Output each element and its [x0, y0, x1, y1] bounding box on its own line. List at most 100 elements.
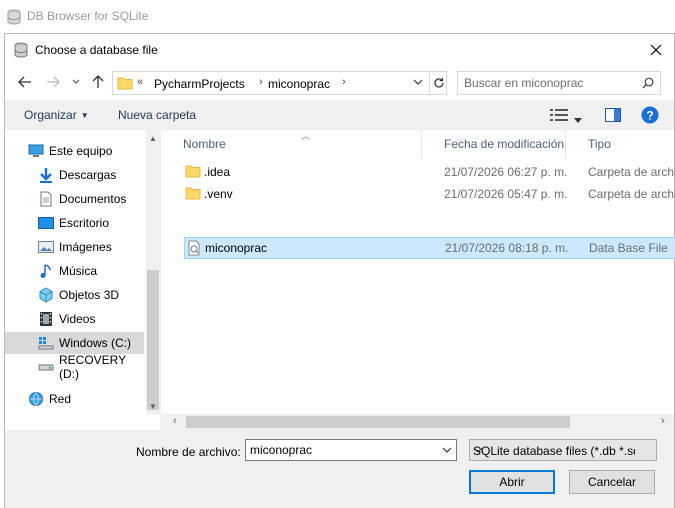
- forward-button[interactable]: [45, 74, 61, 90]
- nav-item-recovery-d[interactable]: RECOVERY (D:): [5, 353, 144, 381]
- scroll-left-icon[interactable]: ‹: [173, 415, 177, 427]
- dialog-footer: Nombre de archivo: SQLite database files…: [5, 430, 674, 508]
- address-overflow[interactable]: «: [137, 76, 143, 88]
- recent-locations-button[interactable]: [68, 74, 84, 90]
- file-name: .idea: [204, 165, 231, 179]
- file-row[interactable]: .venv 21/07/2026 05:47 p. m. Carpeta de …: [180, 183, 675, 205]
- nav-label: Escritorio: [59, 216, 110, 230]
- filetype-select[interactable]: SQLite database files (*.db *.sqlite *.s…: [469, 439, 657, 461]
- drive-c-icon: [38, 335, 54, 351]
- address-segment-miconoprac[interactable]: miconoprac: [268, 77, 330, 91]
- back-button[interactable]: [17, 74, 33, 90]
- file-type: Carpeta de archivos: [588, 187, 675, 201]
- scrollbar-thumb[interactable]: [147, 270, 159, 410]
- nav-label: Música: [59, 264, 98, 278]
- address-segment-pycharmprojects[interactable]: PycharmProjects: [154, 77, 245, 91]
- address-separator[interactable]: ›: [259, 76, 263, 88]
- music-icon: [38, 263, 54, 279]
- nav-item-desktop[interactable]: Escritorio: [5, 212, 144, 234]
- new-folder-button[interactable]: Nueva carpeta: [118, 108, 196, 122]
- nav-item-windows-c[interactable]: Windows (C:): [5, 332, 144, 354]
- help-button[interactable]: ?: [641, 106, 659, 127]
- close-icon: [650, 44, 662, 56]
- folder-icon: [185, 186, 201, 203]
- up-button[interactable]: [90, 74, 106, 90]
- open-button[interactable]: Abrir: [469, 470, 555, 494]
- address-separator[interactable]: ›: [342, 76, 346, 88]
- refresh-icon: [433, 77, 444, 88]
- videos-icon: [38, 311, 54, 327]
- address-dropdown-button[interactable]: [413, 76, 423, 91]
- file-type: Data Base File: [589, 241, 668, 255]
- search-input[interactable]: [464, 76, 634, 90]
- database-icon: [6, 9, 22, 28]
- nav-item-pictures[interactable]: Imágenes: [5, 236, 144, 258]
- filename-combobox[interactable]: [245, 439, 457, 461]
- nav-label: Imágenes: [59, 240, 112, 254]
- preview-pane-icon: [605, 108, 621, 122]
- file-date: 21/07/2026 06:27 p. m.: [444, 165, 568, 179]
- caret-down-icon: ▼: [80, 111, 89, 120]
- up-arrow-icon: [92, 75, 104, 88]
- nav-item-this-pc[interactable]: Este equipo: [5, 140, 144, 162]
- app-title-bar: DB Browser for SQLite: [0, 0, 675, 32]
- chevron-down-icon[interactable]: [442, 444, 452, 459]
- scroll-down-icon[interactable]: ▼: [149, 402, 157, 411]
- preview-pane-button[interactable]: [605, 108, 621, 125]
- search-icon[interactable]: [642, 77, 654, 92]
- column-label: Nombre: [183, 137, 226, 151]
- navigation-pane: Este equipo Descargas Documentos Escrito…: [5, 130, 160, 430]
- nav-item-network[interactable]: Red: [5, 388, 144, 410]
- scroll-up-icon[interactable]: ▲: [149, 134, 157, 143]
- help-icon: ?: [641, 106, 659, 124]
- nav-label: RECOVERY (D:): [59, 353, 126, 381]
- column-header-date[interactable]: Fecha de modificación: [422, 130, 566, 158]
- desktop-icon: [38, 215, 54, 231]
- organize-menu[interactable]: Organizar ▼: [24, 108, 89, 122]
- svg-text:?: ?: [646, 109, 653, 123]
- view-options-button[interactable]: [550, 109, 568, 124]
- command-bar: Organizar ▼ Nueva carpeta ?: [5, 100, 674, 130]
- view-dropdown-button[interactable]: [574, 112, 582, 126]
- file-row-selected[interactable]: miconoprac 21/07/2026 08:18 p. m. Data B…: [184, 237, 675, 259]
- file-list-horizontal-scrollbar[interactable]: ‹ ›: [161, 414, 674, 430]
- documents-icon: [38, 191, 54, 207]
- nav-item-videos[interactable]: Videos: [5, 308, 144, 330]
- pictures-icon: [38, 239, 54, 255]
- sort-ascending-icon: ︿: [301, 131, 311, 141]
- back-arrow-icon: [18, 76, 31, 88]
- nav-label: Este equipo: [49, 144, 113, 158]
- dialog-title: Choose a database file: [35, 43, 158, 57]
- search-box[interactable]: [457, 71, 661, 95]
- nav-label: Descargas: [59, 168, 117, 182]
- nav-item-3d-objects[interactable]: Objetos 3D: [5, 284, 144, 306]
- cancel-button[interactable]: Cancelar: [569, 470, 655, 494]
- nav-item-downloads[interactable]: Descargas: [5, 164, 144, 186]
- caret-down-icon: [574, 118, 582, 123]
- filename-label: Nombre de archivo:: [136, 445, 241, 459]
- nav-label: Objetos 3D: [59, 288, 120, 302]
- close-button[interactable]: [644, 38, 668, 62]
- nav-label: Red: [49, 392, 72, 406]
- network-icon: [28, 391, 44, 407]
- scroll-right-icon[interactable]: ›: [661, 415, 665, 427]
- downloads-icon: [38, 167, 54, 183]
- file-name: miconoprac: [205, 241, 268, 255]
- filename-input[interactable]: [250, 443, 430, 457]
- open-file-dialog: Choose a database file « PycharmProjects…: [4, 33, 675, 508]
- column-header-name[interactable]: Nombre ︿: [161, 130, 422, 158]
- nav-item-documents[interactable]: Documentos: [5, 188, 144, 210]
- column-header-type[interactable]: Tipo: [566, 130, 674, 158]
- file-row[interactable]: .idea 21/07/2026 06:27 p. m. Carpeta de …: [180, 161, 675, 183]
- file-date: 21/07/2026 08:18 p. m.: [445, 241, 569, 255]
- nav-item-music[interactable]: Música: [5, 260, 144, 282]
- view-list-icon: [550, 109, 568, 121]
- column-label: Tipo: [588, 137, 611, 151]
- organize-label: Organizar: [24, 108, 77, 122]
- scrollbar-thumb[interactable]: [186, 416, 570, 428]
- folder-icon: [185, 164, 201, 181]
- chevron-down-icon: [413, 79, 423, 85]
- refresh-button[interactable]: [429, 72, 447, 94]
- nav-pane-scrollbar[interactable]: ▲ ▼: [146, 130, 160, 414]
- address-bar[interactable]: « PycharmProjects › miconoprac ›: [112, 71, 447, 95]
